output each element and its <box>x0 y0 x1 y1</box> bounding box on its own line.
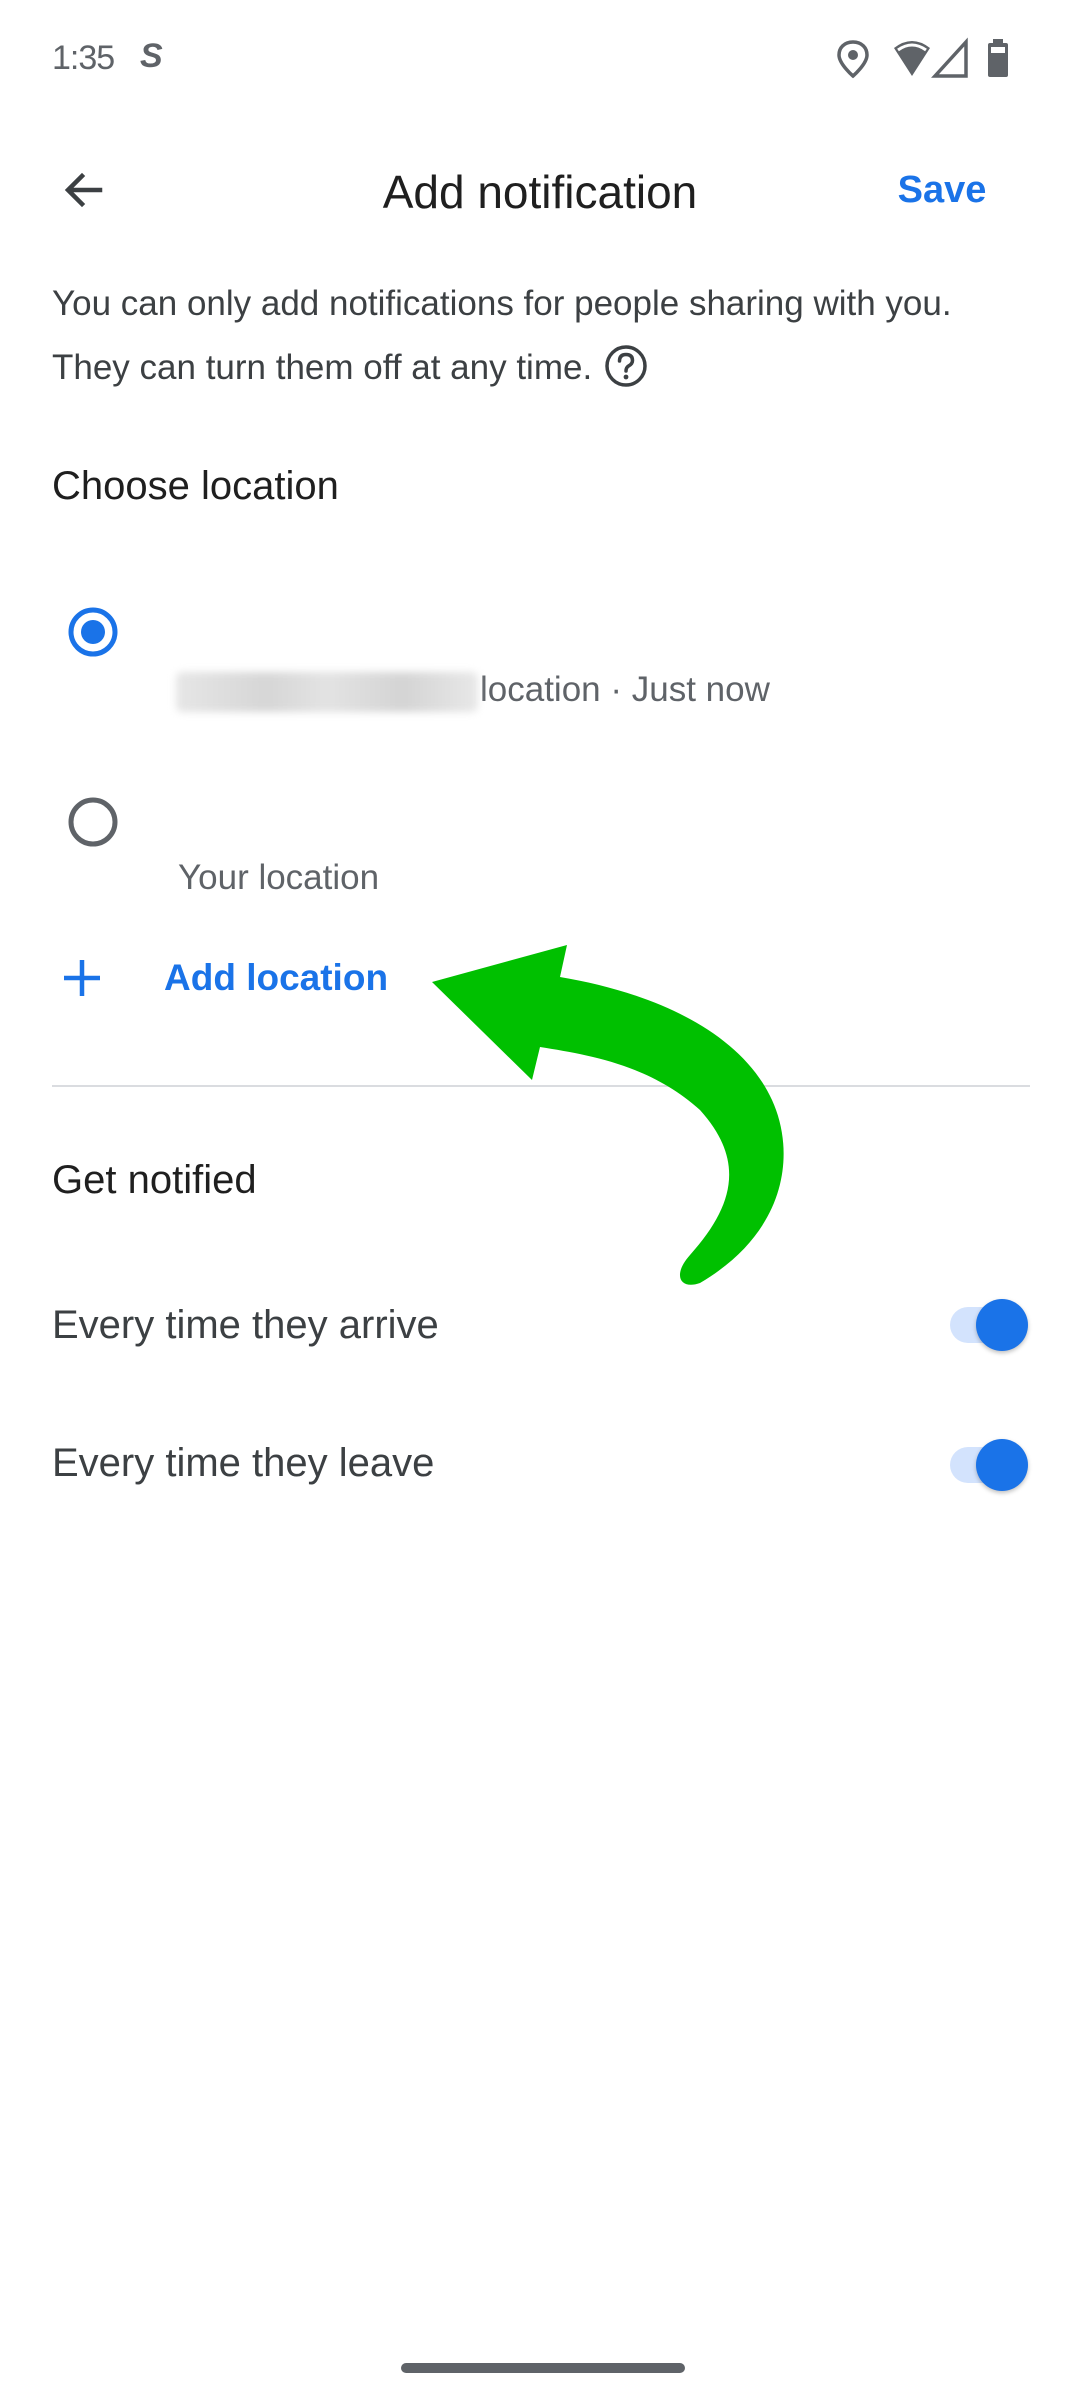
leave-toggle[interactable] <box>946 1437 1030 1493</box>
arrive-row-label: Every time they arrive <box>52 1303 439 1347</box>
help-circle-icon <box>605 345 647 387</box>
annotation-arrow-shape <box>432 945 784 1285</box>
description-line-2-text: They can turn them off at any time. <box>52 348 593 387</box>
option-shared-location-label: location · Just now <box>176 668 770 712</box>
add-location-label: Add location <box>164 957 389 998</box>
choose-location-heading: Choose location <box>52 464 339 508</box>
redacted-name <box>176 671 478 712</box>
description-line-1: You can only add notifications for peopl… <box>52 284 952 323</box>
status-icons <box>832 36 1022 80</box>
gesture-nav-bar[interactable] <box>401 2363 685 2373</box>
save-button[interactable]: Save <box>886 160 998 220</box>
get-notified-heading: Get notified <box>52 1158 257 1202</box>
description: You can only add notifications for peopl… <box>52 272 1052 400</box>
toggle-thumb <box>976 1439 1028 1491</box>
radio-selected-icon <box>68 607 118 657</box>
option-shared-location-text: location · Just now <box>480 670 770 709</box>
plus-icon <box>64 960 100 996</box>
option-your-location-label: Your location <box>178 858 380 897</box>
cell-signal-icon <box>931 37 968 78</box>
radio-unselected-icon <box>68 797 118 847</box>
radio-shared-location[interactable] <box>67 606 119 658</box>
divider <box>52 1085 1030 1087</box>
add-location-button[interactable]: Add location <box>60 946 388 1010</box>
location-icon <box>837 40 869 79</box>
radio-your-location[interactable] <box>67 796 119 848</box>
help-button[interactable] <box>604 344 648 388</box>
battery-icon <box>988 39 1008 77</box>
toggle-thumb <box>976 1299 1028 1351</box>
app-notification-icon: S <box>140 37 163 75</box>
leave-row-label: Every time they leave <box>52 1441 435 1485</box>
wifi-icon <box>894 41 930 76</box>
description-line-2: They can turn them off at any time. <box>52 336 1052 400</box>
arrive-toggle[interactable] <box>946 1297 1030 1353</box>
status-time: 1:35 <box>52 39 115 77</box>
